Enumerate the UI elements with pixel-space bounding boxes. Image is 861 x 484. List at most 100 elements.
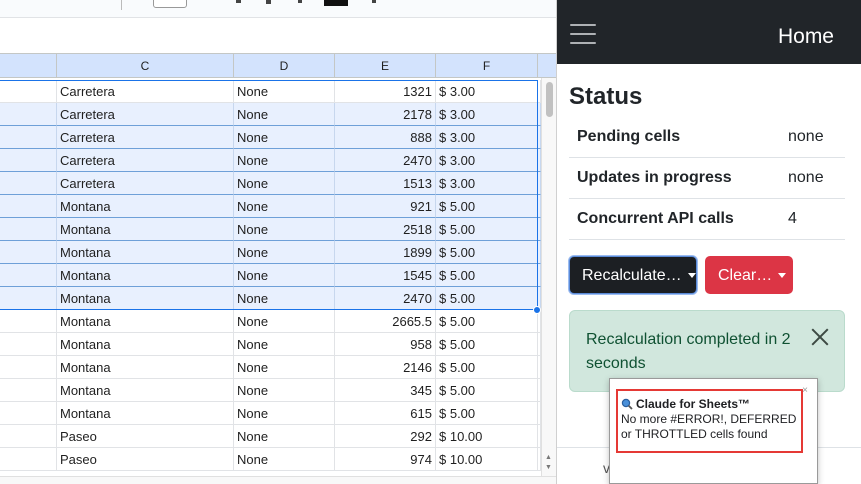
cell-b[interactable]	[0, 264, 57, 287]
cell-e[interactable]: 1545	[335, 264, 436, 287]
menu-icon[interactable]	[570, 24, 596, 44]
cell-c[interactable]: Carretera	[57, 103, 234, 126]
cell-f[interactable]: $ 3.00	[436, 149, 538, 172]
toolbar-icon[interactable]	[372, 0, 376, 3]
cell-b[interactable]	[0, 448, 57, 471]
cell-b[interactable]	[0, 172, 57, 195]
cell-f[interactable]: $ 3.00	[436, 172, 538, 195]
cell-c[interactable]: Carretera	[57, 172, 234, 195]
cell-b[interactable]	[0, 126, 57, 149]
selection-fill-handle[interactable]	[533, 306, 541, 314]
cell-f[interactable]: $ 5.00	[436, 287, 538, 310]
cell-e[interactable]: 2665.5	[335, 310, 436, 333]
toolbar-font-size-box[interactable]	[153, 0, 187, 8]
cell-c[interactable]: Montana	[57, 287, 234, 310]
cell-b[interactable]	[0, 356, 57, 379]
cell-d[interactable]: None	[234, 379, 335, 402]
cell-f[interactable]: $ 10.00	[436, 425, 538, 448]
cell-b[interactable]	[0, 379, 57, 402]
cell-c[interactable]: Montana	[57, 402, 234, 425]
cell-d[interactable]: None	[234, 402, 335, 425]
cell-c[interactable]: Montana	[57, 195, 234, 218]
cell-d[interactable]: None	[234, 310, 335, 333]
cell-e[interactable]: 921	[335, 195, 436, 218]
cell-d[interactable]: None	[234, 333, 335, 356]
cell-b[interactable]	[0, 80, 57, 103]
clear-dropdown-button[interactable]: Clear…	[705, 256, 793, 294]
cell-b[interactable]	[0, 149, 57, 172]
cell-b[interactable]	[0, 402, 57, 425]
cell-b[interactable]	[0, 218, 57, 241]
cell-d[interactable]: None	[234, 356, 335, 379]
scroll-up-icon[interactable]: ▲	[545, 454, 552, 461]
cell-f[interactable]: $ 5.00	[436, 241, 538, 264]
cell-e[interactable]: 1899	[335, 241, 436, 264]
cell-f[interactable]: $ 5.00	[436, 402, 538, 425]
vertical-scrollbar[interactable]: ▲ ▼	[541, 78, 556, 476]
cell-b[interactable]	[0, 425, 57, 448]
cell-f[interactable]: $ 5.00	[436, 195, 538, 218]
cell-e[interactable]: 2178	[335, 103, 436, 126]
cell-d[interactable]: None	[234, 264, 335, 287]
column-header-c[interactable]: C	[57, 54, 234, 78]
cell-c[interactable]: Carretera	[57, 149, 234, 172]
cell-d[interactable]: None	[234, 448, 335, 471]
cell-c[interactable]: Montana	[57, 241, 234, 264]
cell-f[interactable]: $ 5.00	[436, 310, 538, 333]
nav-home-link[interactable]: Home	[778, 25, 834, 49]
recalculate-dropdown-button[interactable]: Recalculate…	[569, 256, 697, 294]
cell-e[interactable]: 292	[335, 425, 436, 448]
cell-b[interactable]	[0, 310, 57, 333]
cell-e[interactable]: 615	[335, 402, 436, 425]
cell-d[interactable]: None	[234, 149, 335, 172]
close-icon[interactable]	[810, 326, 830, 346]
cell-c[interactable]: Paseo	[57, 425, 234, 448]
cell-c[interactable]: Montana	[57, 310, 234, 333]
cell-f[interactable]: $ 5.00	[436, 264, 538, 287]
cell-d[interactable]: None	[234, 287, 335, 310]
cell-e[interactable]: 2470	[335, 287, 436, 310]
toolbar-icon[interactable]	[298, 0, 302, 3]
scrollbar-thumb[interactable]	[546, 82, 553, 117]
cell-c[interactable]: Montana	[57, 264, 234, 287]
text-color-icon[interactable]	[324, 0, 348, 6]
cell-b[interactable]	[0, 195, 57, 218]
cell-d[interactable]: None	[234, 425, 335, 448]
cell-f[interactable]: $ 3.00	[436, 126, 538, 149]
cell-e[interactable]: 1513	[335, 172, 436, 195]
column-header-e[interactable]: E	[335, 54, 436, 78]
cell-c[interactable]: Montana	[57, 356, 234, 379]
cell-f[interactable]: $ 5.00	[436, 356, 538, 379]
cell-f[interactable]: $ 5.00	[436, 333, 538, 356]
cell-c[interactable]: Montana	[57, 218, 234, 241]
column-header-b[interactable]	[0, 54, 57, 78]
toolbar-icon[interactable]	[266, 0, 271, 4]
cell-e[interactable]: 888	[335, 126, 436, 149]
cell-d[interactable]: None	[234, 195, 335, 218]
cell-d[interactable]: None	[234, 241, 335, 264]
cell-f[interactable]: $ 3.00	[436, 103, 538, 126]
cell-f[interactable]: $ 10.00	[436, 448, 538, 471]
cell-b[interactable]	[0, 103, 57, 126]
cell-c[interactable]: Carretera	[57, 126, 234, 149]
cell-c[interactable]: Carretera	[57, 80, 234, 103]
horizontal-scrollbar[interactable]	[0, 476, 556, 484]
cell-b[interactable]	[0, 287, 57, 310]
cell-d[interactable]: None	[234, 126, 335, 149]
column-header-f[interactable]: F	[436, 54, 538, 78]
column-header-d[interactable]: D	[234, 54, 335, 78]
cell-d[interactable]: None	[234, 218, 335, 241]
cell-e[interactable]: 2470	[335, 149, 436, 172]
cell-e[interactable]: 2518	[335, 218, 436, 241]
cell-e[interactable]: 974	[335, 448, 436, 471]
cell-e[interactable]: 1321	[335, 80, 436, 103]
cell-b[interactable]	[0, 333, 57, 356]
popup-close-icon[interactable]: ×	[802, 385, 808, 396]
cell-e[interactable]: 2146	[335, 356, 436, 379]
cell-d[interactable]: None	[234, 80, 335, 103]
cell-c[interactable]: Montana	[57, 333, 234, 356]
cell-d[interactable]: None	[234, 103, 335, 126]
cell-c[interactable]: Montana	[57, 379, 234, 402]
toolbar-icon[interactable]	[236, 0, 241, 3]
formula-bar[interactable]	[0, 17, 556, 53]
